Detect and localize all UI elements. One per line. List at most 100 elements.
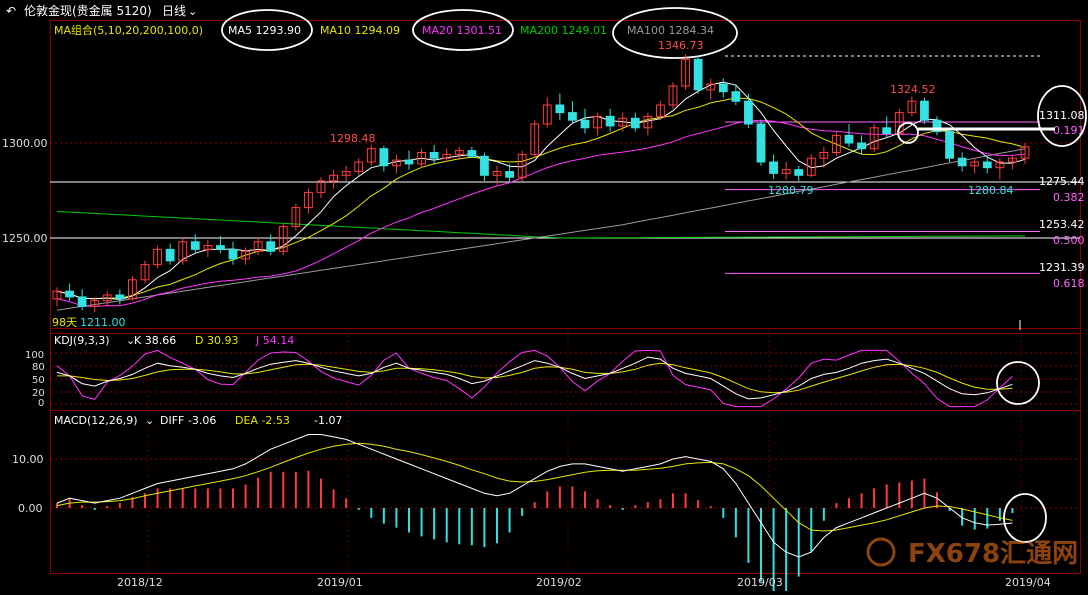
kdj-highlight-circle xyxy=(996,361,1040,405)
fib-ratio-0500: 0.500 xyxy=(1053,234,1085,247)
candle-down xyxy=(605,115,615,127)
candle-down xyxy=(769,161,778,174)
macd-diff-value: DIFF -3.06 xyxy=(160,414,216,427)
price-y-axis: 1300.00 1250.00 xyxy=(2,137,48,245)
candle-down xyxy=(982,161,992,169)
ma5-value: MA5 1293.90 xyxy=(228,24,301,37)
candle-down xyxy=(857,142,866,150)
kdj-tick-0: 0 xyxy=(38,398,44,409)
macd-hist-value: -1.07 xyxy=(314,414,342,427)
candle-down xyxy=(115,294,125,300)
kdj-tick-100: 100 xyxy=(25,350,44,361)
chevron-down-icon[interactable]: ⌄ xyxy=(145,414,154,427)
macd-tick-0: 0.00 xyxy=(18,502,43,515)
kdj-d-line xyxy=(57,362,1013,394)
period-selector[interactable]: 日线 xyxy=(162,4,186,18)
candle-down xyxy=(718,83,728,93)
macd-label[interactable]: MACD(12,26,9) xyxy=(54,414,138,427)
candle-down xyxy=(429,152,439,159)
candle-down xyxy=(882,127,892,135)
chart-svg: ↶ 伦敦金现(贵金属 5120) 日线 ⌄ MA组合(5,10,20,200,1… xyxy=(2,3,1087,595)
candle-down xyxy=(568,112,577,121)
ma200-value: MA200 1249.01 xyxy=(520,24,607,37)
candle-down xyxy=(744,100,753,125)
kdj-k-line xyxy=(56,356,1013,400)
kdj-tick-80: 80 xyxy=(32,362,45,373)
kdj-j-value: J 54.14 xyxy=(255,334,294,347)
watermark: FX678汇通网 xyxy=(866,537,1078,569)
fib-ratio-0382: 0.382 xyxy=(1053,191,1085,204)
x-axis-labels: 2018/12 2019/01 2019/02 2019/03 2019/04 xyxy=(117,576,1051,589)
ma20-line xyxy=(56,119,1026,307)
chart-window: ↶ 伦敦金现(贵金属 5120) 日线 ⌄ MA组合(5,10,20,200,1… xyxy=(0,0,1088,595)
fib-price-0500: 1253.42 xyxy=(1039,218,1085,231)
candle-down xyxy=(731,91,741,102)
candle-down xyxy=(165,248,175,262)
ma100-value: MA100 1284.34 xyxy=(627,24,714,37)
kdj-legend: KDJ(9,3,3) ⌄ K 38.66 D 30.93 J 54.14 xyxy=(54,334,294,347)
annotation-low1: 1280.79 xyxy=(768,184,814,197)
candle-down xyxy=(228,248,238,260)
moving-averages xyxy=(56,81,1026,311)
price-panel-frame xyxy=(50,20,1081,329)
annotation-high: 1346.73 xyxy=(658,39,704,52)
candle-down xyxy=(379,148,389,167)
kdj-k-value: K 38.66 xyxy=(134,334,176,347)
kdj-d-value: D 30.93 xyxy=(195,334,238,347)
candle-down xyxy=(920,100,929,121)
annotation-peak2: 1324.52 xyxy=(890,83,936,96)
chevron-down-icon[interactable]: ⌄ xyxy=(188,5,197,18)
candle-down xyxy=(467,150,477,157)
macd-tick-10: 10.00 xyxy=(12,453,44,466)
x-label-2018-12: 2018/12 xyxy=(117,576,163,589)
x-label-2019-02: 2019/02 xyxy=(536,576,582,589)
kdj-tick-50: 50 xyxy=(32,375,45,386)
candle-down xyxy=(190,241,200,250)
ma10-line xyxy=(56,97,1026,300)
macd-highlight-circle xyxy=(1003,493,1047,543)
annotation-local: 1298.48 xyxy=(330,132,376,145)
ma200-line xyxy=(56,210,1025,239)
watermark-logo-icon xyxy=(866,537,896,567)
x-label-2019-03: 2019/03 xyxy=(737,576,783,589)
candle-down xyxy=(945,131,954,159)
ma20-value: MA20 1301.51 xyxy=(422,24,502,37)
ma100-line xyxy=(56,148,1026,311)
ma-legend: MA组合(5,10,20,200,100,0) MA5 1293.90 MA10… xyxy=(54,7,738,59)
y-tick-1250: 1250.00 xyxy=(2,232,48,245)
candle-down xyxy=(266,241,276,252)
fib-price-0382: 1275.44 xyxy=(1039,175,1085,188)
candle-down xyxy=(404,159,414,165)
ma-group-label[interactable]: MA组合(5,10,20,200,100,0) xyxy=(54,23,203,37)
header-bar: ↶ 伦敦金现(贵金属 5120) 日线 ⌄ xyxy=(6,3,197,18)
watermark-text: FX678汇通网 xyxy=(908,539,1078,569)
fib-price-0191: 1311.08 xyxy=(1039,109,1085,122)
candle-down xyxy=(580,119,590,129)
candle-down xyxy=(65,290,74,298)
instrument-title: 伦敦金现(贵金属 5120) xyxy=(24,3,152,18)
candle-down xyxy=(693,58,703,91)
kdj-y-axis: 100 80 50 20 0 xyxy=(25,350,45,409)
candle-down xyxy=(957,157,967,167)
annotation-start-low: 1211.00 xyxy=(80,316,126,329)
fib-ratio-0618: 0.618 xyxy=(1053,277,1085,290)
macd-diff-line xyxy=(56,434,1013,558)
annotation-low2: 1280.84 xyxy=(968,184,1014,197)
y-tick-1300: 1300.00 xyxy=(2,137,48,150)
candle-down xyxy=(505,171,514,178)
x-label-2019-04: 2019/04 xyxy=(1005,576,1051,589)
annotation-days: 98天 xyxy=(52,316,77,329)
fib-price-0618: 1231.39 xyxy=(1039,261,1085,274)
candle-down xyxy=(794,169,804,176)
macd-dea-line xyxy=(56,442,1013,532)
candle-down xyxy=(844,134,854,144)
fibonacci-levels xyxy=(725,121,1040,274)
ma5-line xyxy=(56,81,1026,301)
macd-y-axis: 10.00 0.00 xyxy=(12,453,44,515)
collapse-icon[interactable]: ↶ xyxy=(6,4,16,18)
x-label-2019-01: 2019/01 xyxy=(317,576,363,589)
candle-down xyxy=(216,245,225,250)
kdj-label[interactable]: KDJ(9,3,3) xyxy=(54,334,110,347)
ma10-value: MA10 1294.09 xyxy=(320,24,400,37)
candle-down xyxy=(77,296,87,307)
